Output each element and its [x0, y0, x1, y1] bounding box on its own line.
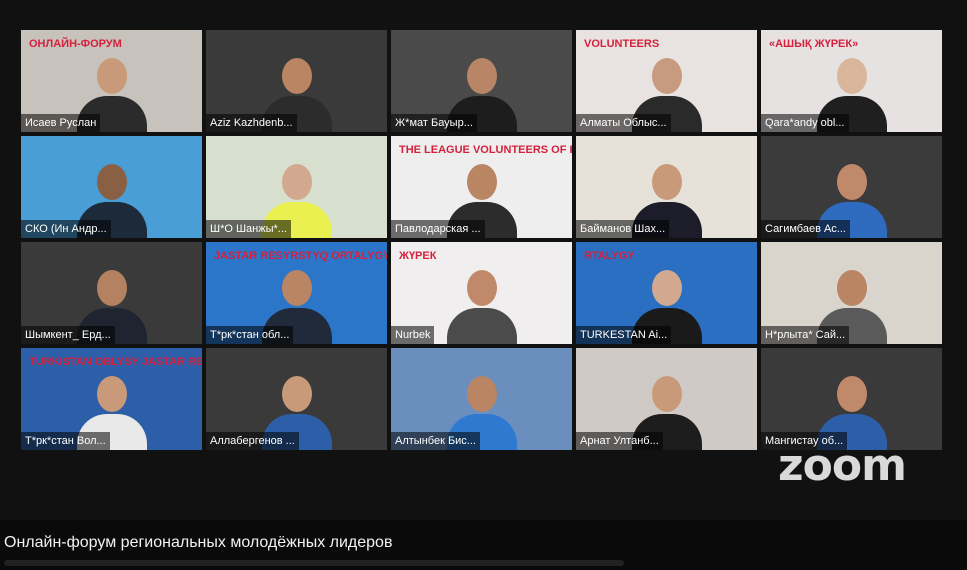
- participant-tile[interactable]: СКО (Ин Андр...: [21, 136, 202, 238]
- person-head: [466, 270, 497, 306]
- participant-name-label: Алматы Облыс...: [576, 114, 671, 132]
- participant-name-label: Nurbek: [391, 326, 435, 344]
- participant-tile[interactable]: Алтынбек Бис...: [391, 348, 572, 450]
- person-head: [836, 376, 867, 412]
- participant-tile[interactable]: Мангистау об...: [761, 348, 942, 450]
- participant-tile[interactable]: RTALYGY TURKESTAN Ai...: [576, 242, 757, 344]
- participant-name-label: Павлодарская ...: [391, 220, 485, 238]
- participant-name-label: Т*рк*стан обл...: [206, 326, 294, 344]
- person-head: [96, 164, 127, 200]
- subtitle-placeholder-bar: [4, 560, 624, 566]
- video-grid-stage: ОНЛАЙН-ФОРУМ Исаев Руслан Aziz Kazhdenb...…: [0, 0, 967, 520]
- participant-tile[interactable]: VOLUNTEERS Алматы Облыс...: [576, 30, 757, 132]
- person-head: [281, 270, 312, 306]
- person-head: [466, 164, 497, 200]
- person-head: [281, 164, 312, 200]
- person-head: [466, 376, 497, 412]
- background-banner-text: «АШЫҚ ЖҮРЕК»: [769, 38, 859, 50]
- participant-name-label: Qara*andy obl...: [761, 114, 849, 132]
- participant-name-label: Н*рлыта* Сай...: [761, 326, 850, 344]
- background-banner-text: TURKISTAN OBLYSY JASTAR RESYRSTYQ ORTALY…: [29, 356, 202, 368]
- person-head: [281, 58, 312, 94]
- person-head: [96, 270, 127, 306]
- background-banner-text: ОНЛАЙН-ФОРУМ: [29, 38, 122, 50]
- person-head: [96, 58, 127, 94]
- participant-name-label: Сагимбаев Ас...: [761, 220, 850, 238]
- participant-name-label: Аллабергенов ...: [206, 432, 299, 450]
- participant-name-label: Шымкент_ Ерд...: [21, 326, 115, 344]
- person-head: [836, 58, 867, 94]
- person-head: [96, 376, 127, 412]
- participant-tile[interactable]: Aziz Kazhdenb...: [206, 30, 387, 132]
- person-head: [651, 376, 682, 412]
- person-head: [836, 270, 867, 306]
- person-head: [651, 164, 682, 200]
- participant-name-label: Алтынбек Бис...: [391, 432, 480, 450]
- participant-name-label: Ш*О Шанжы*...: [206, 220, 291, 238]
- zoom-logo: zoom: [778, 440, 907, 491]
- participant-tile[interactable]: THE LEAGUE VOLUNTEERS OF KAZAKHS Павлодар…: [391, 136, 572, 238]
- page-caption: Онлайн-форум региональных молодёжных лид…: [4, 534, 393, 551]
- background-banner-text: RTALYGY: [584, 250, 635, 262]
- participant-tile[interactable]: Ж*мат Бауыр...: [391, 30, 572, 132]
- background-banner-text: THE LEAGUE VOLUNTEERS OF KAZAKHS: [399, 144, 572, 156]
- person-head: [836, 164, 867, 200]
- participant-name-label: Арнат Ултанб...: [576, 432, 663, 450]
- participant-name-label: Ж*мат Бауыр...: [391, 114, 477, 132]
- participant-name-label: СКО (Ин Андр...: [21, 220, 111, 238]
- participant-name-label: Aziz Kazhdenb...: [206, 114, 297, 132]
- participant-tile[interactable]: TURKISTAN OBLYSY JASTAR RESYRSTYQ ORTALY…: [21, 348, 202, 450]
- background-banner-text: JASTAR RESYRSTYQ ORTALYGY: [214, 250, 387, 262]
- participant-tile[interactable]: Шымкент_ Ерд...: [21, 242, 202, 344]
- person-head: [466, 58, 497, 94]
- person-body: [446, 308, 517, 344]
- participant-tile[interactable]: ЖҮРЕК Nurbek: [391, 242, 572, 344]
- person-head: [651, 58, 682, 94]
- participant-video-person: [446, 264, 517, 344]
- participant-tile[interactable]: Арнат Ултанб...: [576, 348, 757, 450]
- participant-tile[interactable]: ОНЛАЙН-ФОРУМ Исаев Руслан: [21, 30, 202, 132]
- person-head: [281, 376, 312, 412]
- participant-tile[interactable]: «АШЫҚ ЖҮРЕК» Qara*andy obl...: [761, 30, 942, 132]
- participant-name-label: TURKESTAN Ai...: [576, 326, 672, 344]
- participant-name-label: Исаев Руслан: [21, 114, 101, 132]
- participant-tile[interactable]: Ш*О Шанжы*...: [206, 136, 387, 238]
- participant-grid: ОНЛАЙН-ФОРУМ Исаев Руслан Aziz Kazhdenb...…: [21, 30, 942, 450]
- participant-tile[interactable]: Н*рлыта* Сай...: [761, 242, 942, 344]
- background-banner-text: VOLUNTEERS: [584, 38, 660, 50]
- participant-tile[interactable]: Байманов Шах...: [576, 136, 757, 238]
- participant-tile[interactable]: Аллабергенов ...: [206, 348, 387, 450]
- participant-name-label: Байманов Шах...: [576, 220, 670, 238]
- person-head: [651, 270, 682, 306]
- background-banner-text: ЖҮРЕК: [399, 250, 437, 262]
- participant-tile[interactable]: JASTAR RESYRSTYQ ORTALYGY Т*рк*стан обл..…: [206, 242, 387, 344]
- participant-tile[interactable]: Сагимбаев Ас...: [761, 136, 942, 238]
- participant-name-label: Т*рк*стан Вол...: [21, 432, 110, 450]
